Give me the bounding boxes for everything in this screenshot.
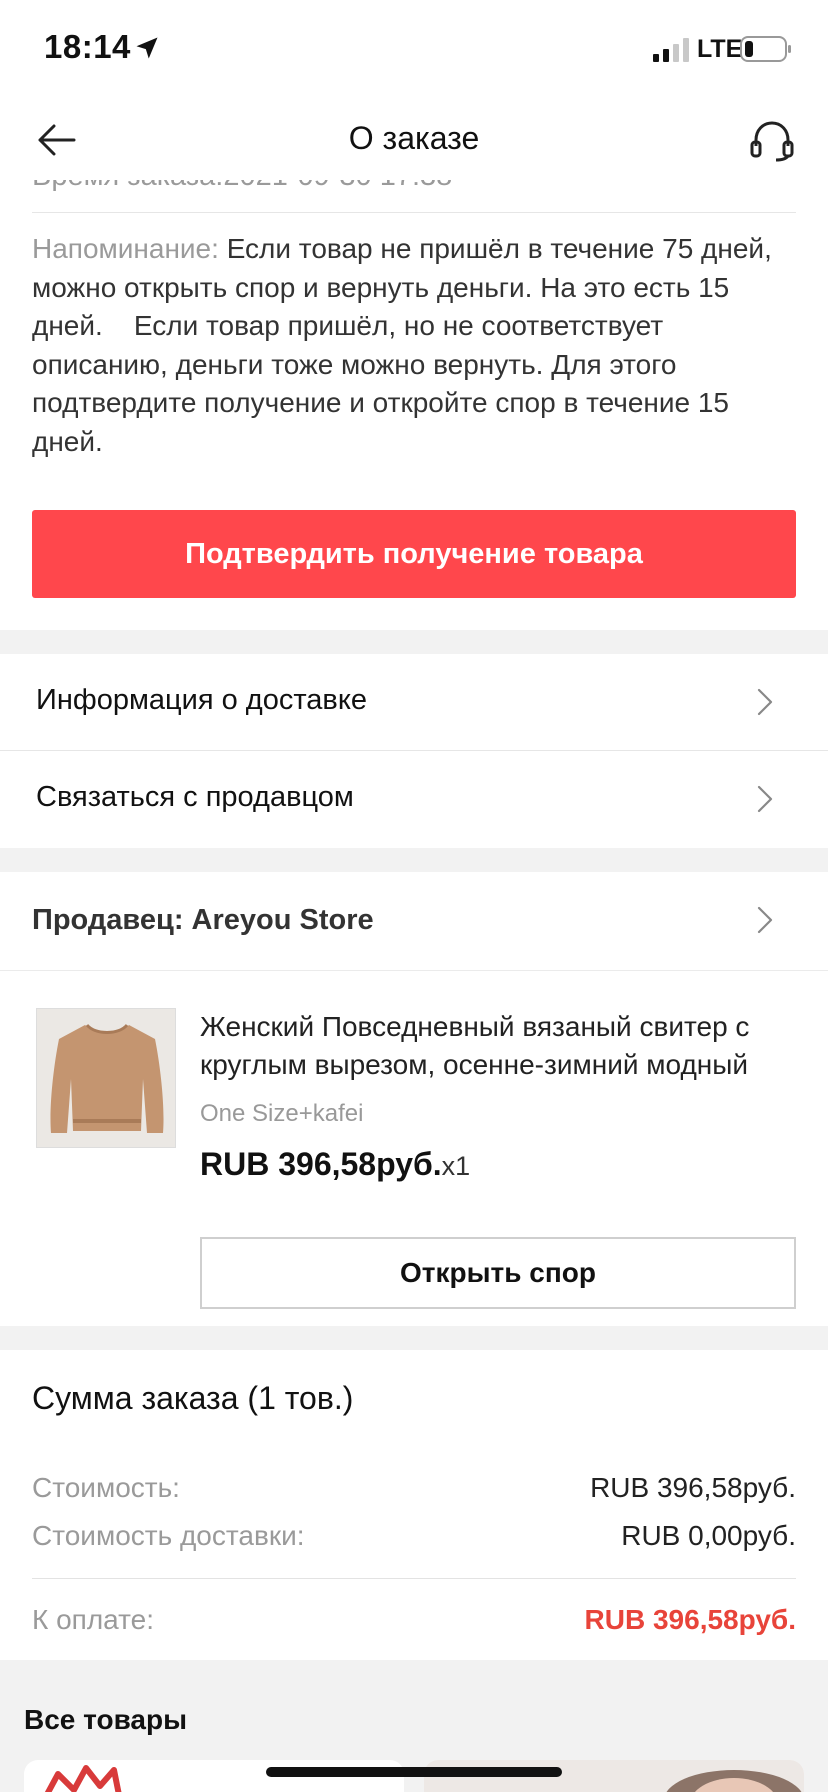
contact-seller-label: Связаться с продавцом xyxy=(36,781,354,813)
order-details-screen: 18:14 LTE Время заказа:2021-09-30 17:38 … xyxy=(0,0,828,1792)
battery-icon xyxy=(740,36,791,62)
product-title[interactable]: Женский Повседневный вязаный свитер с кр… xyxy=(200,1008,800,1084)
all-products-title: Все товары xyxy=(24,1704,188,1735)
shipping-cost-value: RUB 0,00руб. xyxy=(621,1520,796,1551)
divider xyxy=(32,1578,796,1579)
product-quantity: x1 xyxy=(441,1151,471,1181)
section-gap xyxy=(0,848,828,872)
product-price: RUB 396,58руб. xyxy=(200,1146,442,1182)
total-label: К оплате: xyxy=(32,1604,154,1635)
product-variant: One Size+kafei xyxy=(200,1100,364,1127)
headset-support-icon[interactable] xyxy=(748,118,796,162)
seller-row[interactable]: Продавец: Areyou Store xyxy=(0,872,828,969)
location-arrow-icon xyxy=(136,37,158,59)
seller-name: Продавец: Areyou Store xyxy=(32,904,374,936)
contact-seller-row[interactable]: Связаться с продавцом xyxy=(0,751,828,847)
divider xyxy=(0,970,828,971)
nav-bar: О заказе xyxy=(0,100,828,180)
reminder-label: Напоминание: xyxy=(32,233,227,264)
sweater-image xyxy=(37,1009,175,1147)
page-title: О заказе xyxy=(348,120,480,156)
reminder-body: Если товар не пришёл в течение 75 дней, … xyxy=(32,233,780,457)
cellular-signal-icon xyxy=(653,38,689,62)
status-time: 18:14 xyxy=(44,28,131,65)
status-bar: 18:14 LTE xyxy=(0,0,828,100)
chevron-right-icon xyxy=(757,785,773,813)
home-indicator xyxy=(266,1767,562,1777)
product-title-line-1: Женский Повседневный вязаный свитер с xyxy=(200,1011,750,1042)
product-title-line-2: круглым вырезом, осенне-зимний модный xyxy=(200,1049,749,1080)
shipping-cost-label: Стоимость доставки: xyxy=(32,1520,305,1551)
product-image[interactable] xyxy=(36,1008,176,1148)
section-gap xyxy=(0,1326,828,1350)
order-summary-title: Сумма заказа (1 тов.) xyxy=(32,1380,354,1416)
chevron-right-icon xyxy=(757,906,773,934)
section-gap xyxy=(0,630,828,654)
divider xyxy=(32,212,796,213)
delivery-info-row[interactable]: Информация о доставке xyxy=(0,654,828,750)
cost-label: Стоимость: xyxy=(32,1472,180,1503)
open-dispute-button[interactable]: Открыть спор xyxy=(200,1237,796,1309)
chevron-right-icon xyxy=(757,688,773,716)
cost-value: RUB 396,58руб. xyxy=(590,1472,796,1503)
delivery-info-label: Информация о доставке xyxy=(36,684,367,716)
reminder-text: Напоминание: Если товар не пришёл в тече… xyxy=(32,230,802,461)
confirm-receipt-button[interactable]: Подтвердить получение товара xyxy=(32,510,796,598)
network-type: LTE xyxy=(697,35,743,63)
total-value: RUB 396,58руб. xyxy=(584,1604,796,1635)
product-price-line: RUB 396,58руб.x1 xyxy=(200,1146,470,1183)
